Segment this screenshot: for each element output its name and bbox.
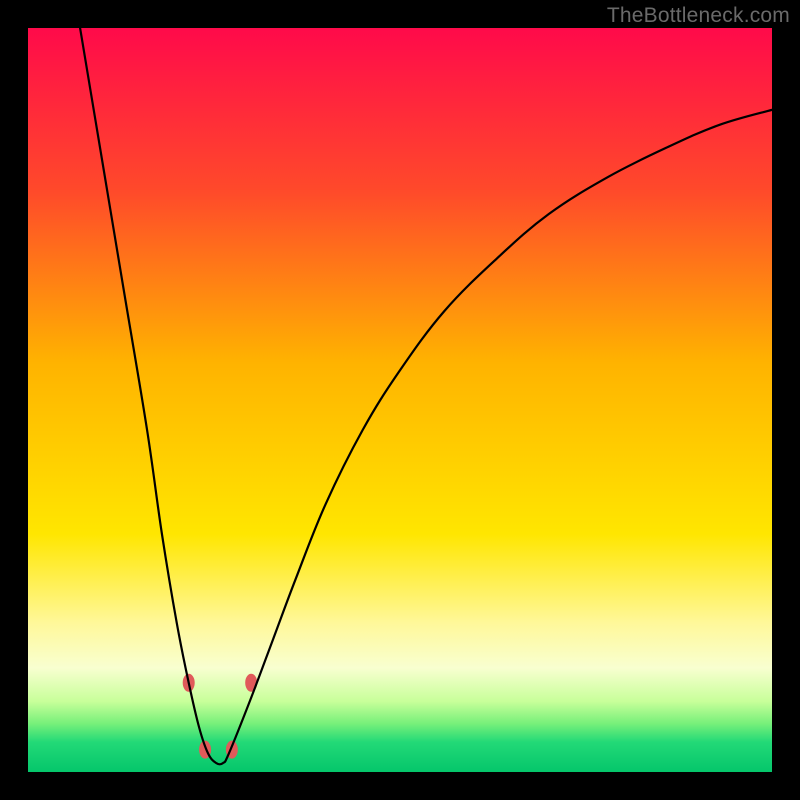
chart-frame (28, 28, 772, 772)
bottleneck-chart (28, 28, 772, 772)
watermark-text: TheBottleneck.com (607, 4, 790, 28)
chart-background (28, 28, 772, 772)
